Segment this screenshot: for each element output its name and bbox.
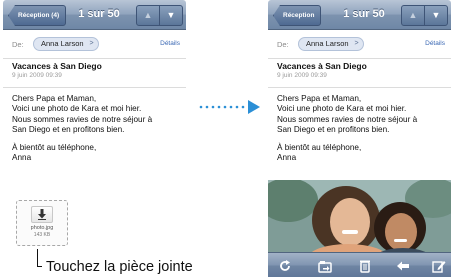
message-body: Chers Papa et Maman, Voici une photo de … — [277, 94, 447, 170]
body-line: Chers Papa et Maman, — [277, 94, 362, 103]
body-line: Chers Papa et Maman, — [12, 94, 97, 103]
callout-leader-tick — [37, 266, 42, 267]
header-divider — [3, 87, 186, 88]
attachment-filename: photo.jpg — [30, 225, 54, 231]
chevron-right-icon: > — [354, 40, 359, 47]
sender-name: Anna Larson — [41, 39, 84, 48]
message-date: 9 juin 2009 09:39 — [277, 72, 327, 79]
inbox-back-button[interactable]: Réception — [273, 5, 322, 26]
next-message-button[interactable]: ▼ — [159, 5, 183, 26]
reply-icon[interactable] — [396, 259, 410, 273]
details-link[interactable]: Détails — [160, 40, 180, 47]
previous-message-button[interactable]: ▲ — [401, 5, 425, 26]
body-line: À bientôt au téléphone, — [12, 142, 97, 152]
message-body: Chers Papa et Maman, Voici une photo de … — [12, 94, 182, 170]
mail-screen-attachment-loaded: Réception 1 sur 50 ▲ ▼ De: Anna Larson >… — [268, 0, 451, 277]
subject-block: Vacances à San Diego 9 juin 2009 09:39 — [277, 61, 367, 79]
message-subject: Vacances à San Diego — [277, 61, 367, 71]
from-row: De: Anna Larson > Détails — [3, 30, 186, 59]
dotted-arrow-icon — [199, 100, 260, 114]
move-folder-icon[interactable] — [318, 259, 332, 273]
message-subject: Vacances à San Diego — [12, 61, 102, 71]
photo-image — [268, 180, 451, 252]
inbox-back-button[interactable]: Réception (4) — [8, 5, 67, 26]
arrow-up-icon: ▲ — [143, 10, 153, 20]
body-line: À bientôt au téléphone, — [277, 142, 362, 152]
callout-label: Touchez la pièce jointe — [46, 259, 193, 275]
body-line: San Diego et en profitons bien. — [12, 125, 125, 135]
details-link[interactable]: Détails — [425, 40, 445, 47]
message-toolbar — [268, 252, 451, 277]
body-line: Nous sommes ravies de notre séjour à — [277, 114, 418, 124]
arrow-down-icon: ▼ — [166, 10, 176, 20]
arrow-down-icon: ▼ — [431, 10, 441, 20]
navigation-bar: Réception (4) 1 sur 50 ▲ ▼ — [3, 0, 186, 30]
body-line: Anna — [12, 153, 32, 163]
chevron-right-icon: > — [89, 40, 94, 47]
callout-leader-line — [37, 249, 38, 267]
header-divider — [268, 87, 451, 88]
arrow-up-icon: ▲ — [408, 10, 418, 20]
from-row: De: Anna Larson > Détails — [268, 30, 451, 59]
download-icon — [31, 206, 53, 223]
attachment-placeholder[interactable]: photo.jpg 143 KB — [16, 200, 68, 246]
trash-icon[interactable] — [358, 259, 372, 273]
attached-photo[interactable] — [268, 180, 451, 252]
body-line: Voici une photo de Kara et moi hier. — [12, 104, 142, 114]
body-line: Nous sommes ravies de notre séjour à — [12, 114, 153, 124]
attachment-size: 143 KB — [33, 232, 51, 238]
subject-block: Vacances à San Diego 9 juin 2009 09:39 — [12, 61, 102, 79]
next-message-button[interactable]: ▼ — [424, 5, 448, 26]
compose-icon[interactable] — [432, 259, 446, 273]
message-date: 9 juin 2009 09:39 — [12, 72, 62, 79]
mail-screen-attachment-unloaded: Réception (4) 1 sur 50 ▲ ▼ De: Anna Lars… — [3, 0, 186, 277]
refresh-icon[interactable] — [278, 259, 292, 273]
message-position-title: 1 sur 50 — [78, 8, 120, 20]
navigation-bar: Réception 1 sur 50 ▲ ▼ — [268, 0, 451, 30]
body-line: Voici une photo de Kara et moi hier. — [277, 104, 407, 114]
sender-chip[interactable]: Anna Larson > — [33, 37, 99, 51]
body-line: Anna — [277, 153, 297, 163]
sender-name: Anna Larson — [306, 39, 349, 48]
from-label: De: — [12, 40, 24, 49]
message-position-title: 1 sur 50 — [343, 8, 385, 20]
from-label: De: — [277, 40, 289, 49]
body-line: San Diego et en profitons bien. — [277, 125, 390, 135]
sender-chip[interactable]: Anna Larson > — [298, 37, 364, 51]
previous-message-button[interactable]: ▲ — [136, 5, 160, 26]
